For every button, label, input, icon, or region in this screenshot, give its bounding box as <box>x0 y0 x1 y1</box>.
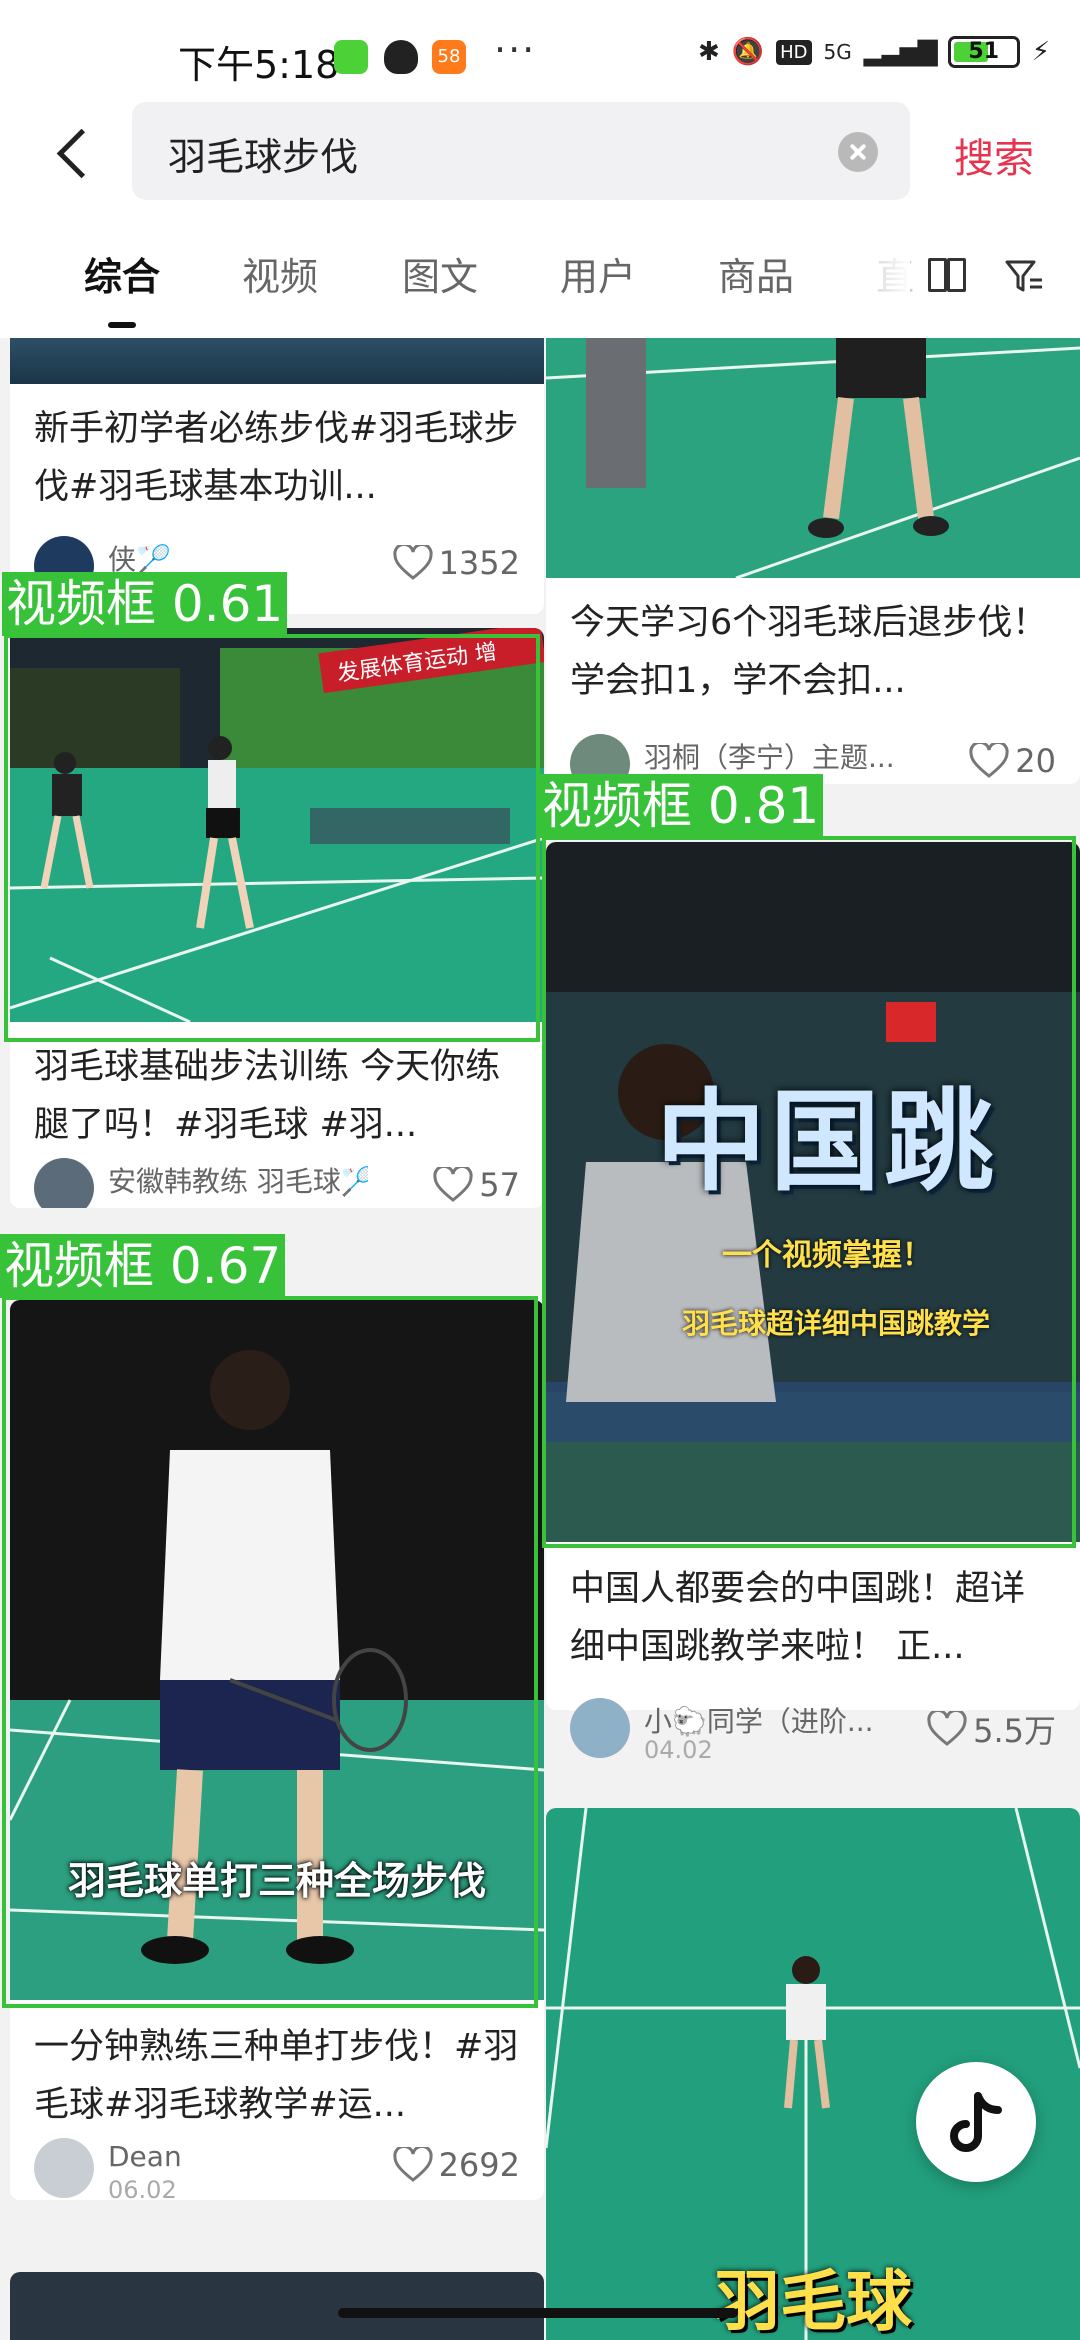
detection-label: 视频框 0.67 <box>0 1234 286 1298</box>
note-meta: 小🐑同学（进阶... 04.02 5.5万 <box>570 1698 1056 1764</box>
signal-icon: ▂▃▅▇ <box>863 37 938 67</box>
video-overlay-caption: 羽毛球 <box>714 2263 912 2340</box>
status-bar: 下午5:18 58 ··· ✱ 🔕 HD 5G ▂▃▅▇ 51 ⚡ <box>0 0 1080 100</box>
battery-icon: 51 <box>947 36 1020 68</box>
like-count[interactable]: 57 <box>433 1166 520 1204</box>
tab-all[interactable]: 综合 <box>84 246 160 301</box>
detection-label: 视频框 0.61 <box>2 572 288 636</box>
like-count[interactable]: 20 <box>969 742 1056 780</box>
detection-box <box>542 836 1076 1548</box>
note-meta: Dean 06.02 2692 <box>34 2138 520 2200</box>
like-count[interactable]: 2692 <box>392 2146 520 2184</box>
note-card[interactable] <box>10 2272 544 2340</box>
status-time: 下午5:18 <box>178 43 340 87</box>
like-count[interactable]: 5.5万 <box>927 1706 1056 1752</box>
tab-image-text[interactable]: 图文 <box>402 246 478 301</box>
note-title: 中国人都要会的中国跳！超详细中国跳教学来啦！ 正... <box>570 1569 1026 1667</box>
detection-box <box>2 1296 538 2008</box>
layout-toggle-icon[interactable] <box>928 256 966 292</box>
filter-icon[interactable] <box>1004 258 1044 294</box>
detection-box <box>4 634 540 1042</box>
note-thumbnail <box>546 338 1080 578</box>
tab-users[interactable]: 用户 <box>560 246 636 301</box>
search-query[interactable]: 羽毛球步伐 <box>168 126 358 181</box>
heart-icon[interactable] <box>969 743 1009 779</box>
post-date: 04.02 <box>644 1736 713 1764</box>
clear-search-icon[interactable] <box>838 132 878 172</box>
like-count[interactable]: 1352 <box>392 544 520 582</box>
heart-icon[interactable] <box>927 1711 967 1747</box>
search-input[interactable]: 羽毛球步伐 <box>132 102 910 200</box>
detection-label: 视频框 0.81 <box>538 774 824 838</box>
heart-icon[interactable] <box>433 1167 473 1203</box>
back-arrow-icon[interactable] <box>48 122 108 182</box>
network-type: 5G <box>823 40 852 64</box>
search-button[interactable]: 搜索 <box>954 126 1034 184</box>
result-tabs: 综合 视频 图文 用户 商品 直 <box>0 220 1080 338</box>
more-notifications-icon: ··· <box>494 28 537 72</box>
author-name[interactable]: 安徽韩教练 羽毛球🏸 <box>108 1160 368 1200</box>
heart-icon[interactable] <box>392 2147 433 2183</box>
note-title: 羽毛球基础步法训练 今天你练腿了吗！#羽毛球 #羽... <box>34 1047 501 1145</box>
search-header: 羽毛球步伐 搜索 <box>0 100 1080 220</box>
note-title: 新手初学者必练步伐#羽毛球步伐#羽毛球基本功训... <box>34 409 519 507</box>
note-thumbnail <box>10 2272 544 2340</box>
author-name[interactable]: 小🐑同学（进阶... <box>644 1700 874 1740</box>
hd-icon: HD <box>776 39 812 65</box>
author-name[interactable]: 羽桐（李宁）主题... <box>644 736 895 776</box>
wechat-notification-icon <box>334 40 368 74</box>
post-date: 06.02 <box>108 2176 177 2200</box>
music-note-icon <box>950 2092 1002 2152</box>
charging-icon: ⚡ <box>1031 37 1050 67</box>
note-thumbnail <box>10 338 544 384</box>
avatar[interactable] <box>570 1698 630 1758</box>
58-app-icon: 58 <box>432 40 466 74</box>
avatar[interactable] <box>34 2138 94 2198</box>
tabs-fade <box>860 220 910 338</box>
qq-penguin-icon <box>384 40 418 74</box>
note-card[interactable]: 今天学习6个羽毛球后退步伐！学会扣1，学不会扣... 羽桐（李宁）主题... 2… <box>546 338 1080 784</box>
tab-video[interactable]: 视频 <box>242 246 318 301</box>
note-title: 一分钟熟练三种单打步伐！#羽毛球#羽毛球教学#运... <box>34 2027 519 2125</box>
active-tab-indicator <box>108 322 136 328</box>
avatar[interactable] <box>34 1158 94 1208</box>
badminton-court-image <box>546 338 1080 578</box>
heart-icon[interactable] <box>392 545 433 581</box>
tab-products[interactable]: 商品 <box>718 246 794 301</box>
note-meta: 安徽韩教练 羽毛球🏸 57 <box>34 1158 520 1208</box>
video-feed-button[interactable] <box>916 2062 1036 2182</box>
bluetooth-icon: ✱ <box>697 37 720 67</box>
author-name[interactable]: Dean <box>108 2140 182 2173</box>
home-indicator[interactable] <box>338 2308 738 2318</box>
note-title: 今天学习6个羽毛球后退步伐！学会扣1，学不会扣... <box>570 603 1048 701</box>
mute-bell-icon: 🔕 <box>731 37 765 67</box>
